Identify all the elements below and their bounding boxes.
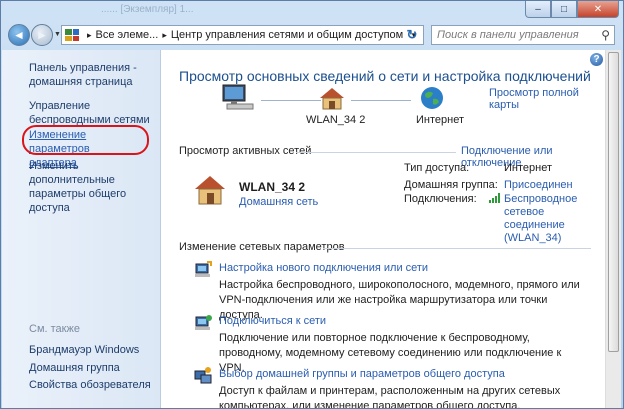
close-button[interactable]: ✕ [577,1,619,18]
forward-arrow-icon: ► [36,28,48,42]
title-bar[interactable]: ...... [Экземпляр] 1... – □ ✕ [1,1,623,21]
sidebar-manage-wireless-link[interactable]: Управление беспроводными сетями [29,99,159,127]
address-bar[interactable]: ▸ Все элеме... ▸ Центр управления сетями… [61,25,424,45]
access-type-label: Тип доступа: [404,162,470,174]
map-connector-line [351,100,411,101]
computer-icon[interactable] [221,82,255,112]
section-divider [296,152,456,153]
homegroup-sharing-icon [194,367,212,384]
section-divider [323,248,591,249]
back-button[interactable]: ◄ [8,24,30,46]
sidebar-firewall-link[interactable]: Брандмауэр Windows [29,343,159,357]
highlight-circle [22,125,149,155]
breadcrumb-separator[interactable]: ▸ [87,30,92,41]
minimize-button[interactable]: – [525,1,551,18]
homegroup-sharing-link[interactable]: Выбор домашней группы и параметров общег… [219,368,505,380]
active-networks-heading: Просмотр активных сетей [179,145,312,157]
wireless-connection-link[interactable]: Беспроводное сетевое соединение (WLAN_34… [504,193,594,245]
internet-globe-icon[interactable] [420,86,444,110]
forward-button[interactable]: ► [31,24,53,46]
vertical-scrollbar[interactable] [605,50,621,408]
main-content: Просмотр основных сведений о сети и наст… [161,50,607,409]
wifi-signal-icon [489,193,500,203]
scrollbar-thumb[interactable] [608,52,619,352]
full-map-link[interactable]: Просмотр полной карты [489,87,607,111]
sidebar-sharing-settings-link[interactable]: Изменить дополнительные параметры общего… [29,159,159,215]
connections-label: Подключения: [404,193,477,205]
refresh-icon: ↻ [406,27,418,42]
refresh-button[interactable]: ↻ [401,25,423,45]
breadcrumb-separator[interactable]: ▸ [162,30,167,41]
sidebar-home-link[interactable]: Панель управления - домашняя страница [29,61,159,89]
search-box[interactable]: Поиск в панели управления ⚲ [431,25,615,45]
homegroup-value-link[interactable]: Присоединен [504,179,573,192]
change-settings-heading: Изменение сетевых параметров [179,241,345,253]
new-connection-icon [195,261,212,277]
connect-to-network-link[interactable]: Подключиться к сети [219,315,326,327]
see-also-heading: См. также [29,323,80,335]
connect-to-network-icon [195,315,212,330]
breadcrumb-all-items[interactable]: Все элеме... [96,29,159,41]
access-type-value: Интернет [504,162,552,174]
map-connector-line [261,100,321,101]
home-network-icon [195,176,225,205]
window-title: ...... [Экземпляр] 1... [101,4,194,15]
search-icon[interactable]: ⚲ [601,28,610,42]
active-network-name: WLAN_34 2 [239,180,306,194]
sidebar-internet-options-link[interactable]: Свойства обозревателя [29,378,159,392]
search-placeholder: Поиск в панели управления [437,29,579,41]
control-panel-icon [65,29,79,41]
map-network-label: WLAN_34 2 [306,114,366,126]
maximize-button[interactable]: □ [551,1,577,18]
homegroup-sharing-description: Доступ к файлам и принтерам, расположенн… [219,385,561,409]
back-arrow-icon: ◄ [13,28,25,42]
map-internet-label: Интернет [416,114,464,126]
breadcrumb-network-center[interactable]: Центр управления сетями и общим доступом [171,29,403,41]
help-icon[interactable]: ? [590,53,603,66]
recent-pages-dropdown-icon[interactable]: ▼ [54,31,61,38]
network-type-link[interactable]: Домашняя сеть [239,196,318,208]
homegroup-label: Домашняя группа: [404,179,498,191]
network-house-icon[interactable] [319,86,345,110]
control-panel-window: ...... [Экземпляр] 1... – □ ✕ ◄ ► ▼ ▸ Вс… [0,0,624,409]
sidebar-homegroup-link[interactable]: Домашняя группа [29,361,159,375]
new-connection-link[interactable]: Настройка нового подключения или сети [219,262,428,274]
